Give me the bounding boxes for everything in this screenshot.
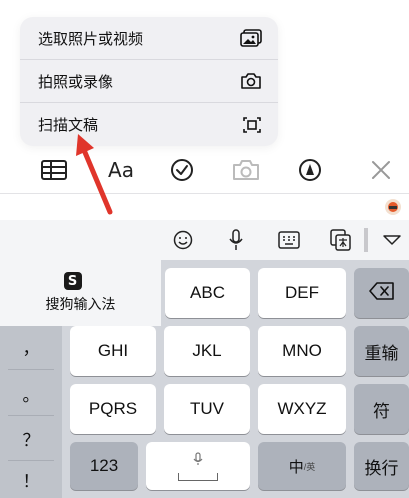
menu-item-label: 扫描文稿 [38, 116, 99, 134]
notes-toolbar: Aa [0, 146, 409, 194]
backspace-icon [368, 281, 395, 305]
key-tuv[interactable]: TUV [164, 384, 250, 434]
brand-panel: S 搜狗输入法 [0, 260, 161, 326]
microphone-icon[interactable] [228, 229, 244, 251]
punct-exclamation[interactable]: ！ [0, 460, 62, 498]
punct-comma[interactable]: ， [0, 326, 62, 366]
punct-question[interactable]: ？ [0, 418, 62, 458]
numbers-key[interactable]: 123 [70, 442, 138, 490]
enter-key[interactable]: 换行 [354, 442, 409, 490]
camera-icon [240, 72, 262, 90]
punctuation-column: ， 。 ？ ！ [0, 326, 62, 498]
table-icon[interactable] [40, 156, 68, 184]
key-jkl[interactable]: JKL [164, 326, 250, 376]
key-def[interactable]: DEF [258, 268, 346, 318]
checklist-icon[interactable] [170, 156, 194, 184]
photo-library-icon [240, 29, 262, 47]
emoji-icon[interactable] [172, 229, 194, 251]
toolbar-divider [364, 228, 368, 252]
menu-item-label: 选取照片或视频 [38, 29, 144, 48]
clipboard-translate-icon[interactable] [330, 229, 352, 251]
format-text-button[interactable]: Aa [106, 156, 136, 184]
divider [8, 415, 54, 416]
key-mno[interactable]: MNO [258, 326, 346, 376]
lang-main-label: 中 [288, 458, 304, 476]
keyboard-icon[interactable] [278, 229, 300, 251]
key-wxyz[interactable]: WXYZ [258, 384, 346, 434]
key-pqrs[interactable]: PQRS [70, 384, 156, 434]
scan-document-icon [242, 116, 262, 134]
microphone-icon [193, 451, 203, 471]
attachment-menu: 选取照片或视频 拍照或录像 扫描文稿 [20, 17, 278, 146]
divider [8, 369, 54, 370]
symbol-key[interactable]: 符 [354, 384, 409, 434]
brand-name: 搜狗输入法 [45, 297, 116, 313]
space-bar-glyph [178, 451, 218, 481]
punct-period[interactable]: 。 [0, 373, 62, 413]
avatar[interactable] [385, 199, 401, 215]
backspace-key[interactable] [354, 268, 409, 318]
collapse-chevron-icon[interactable] [382, 229, 402, 251]
menu-item-scan-document[interactable]: 扫描文稿 [20, 103, 278, 146]
menu-item-label: 拍照或录像 [38, 72, 114, 91]
sogou-logo: S [63, 272, 82, 290]
markup-pen-icon[interactable] [298, 156, 322, 184]
key-abc[interactable]: ABC [165, 268, 250, 318]
lang-sub-label: /英 [303, 461, 316, 472]
reset-input-key[interactable]: 重输 [354, 326, 409, 376]
keyboard-toolbar [0, 220, 409, 260]
space-icon [178, 473, 218, 481]
input-accessory-row [0, 195, 409, 220]
language-switch-key[interactable]: 中/英 [258, 442, 346, 490]
sogou-keyboard: S 搜狗输入法 ABC DEF ， 。 ？ ！ GHI JKL MNO 重输 P… [0, 220, 409, 498]
camera-icon[interactable] [232, 156, 260, 184]
space-key[interactable] [146, 442, 250, 490]
key-ghi[interactable]: GHI [70, 326, 156, 376]
menu-item-choose-photo-video[interactable]: 选取照片或视频 [20, 17, 278, 60]
menu-item-take-photo-video[interactable]: 拍照或录像 [20, 60, 278, 103]
close-icon[interactable] [370, 156, 392, 184]
